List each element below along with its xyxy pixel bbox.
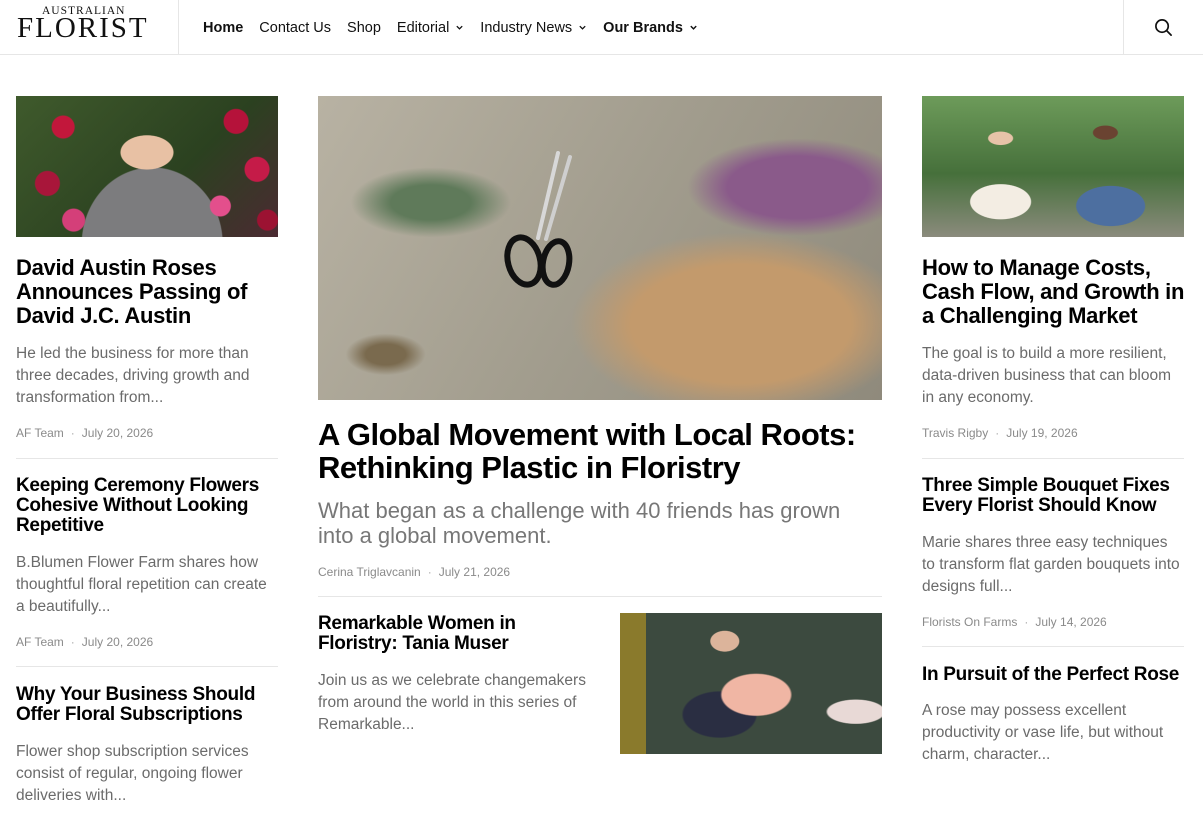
article-title[interactable]: Remarkable Women in Floristry: Tania Mus… <box>318 614 588 654</box>
article-title[interactable]: Keeping Ceremony Flowers Cohesive Withou… <box>16 476 278 536</box>
nav-home[interactable]: Home <box>203 20 243 36</box>
divider <box>922 458 1184 459</box>
divider <box>16 666 278 667</box>
article-meta: AF Team · July 20, 2026 <box>16 635 153 649</box>
article-image-david-austin[interactable] <box>16 96 278 237</box>
article-image-manage-costs[interactable] <box>922 96 1184 237</box>
hero-article-title[interactable]: A Global Movement with Local Roots: Reth… <box>318 418 882 484</box>
nav-editorial-label: Editorial <box>396 19 450 36</box>
article-title[interactable]: Three Simple Bouquet Fixes Every Florist… <box>922 476 1190 516</box>
article-excerpt: He led the business for more than three … <box>16 345 250 406</box>
nav-shop[interactable]: Shop <box>347 20 381 36</box>
nav-editorial[interactable]: Editorial <box>397 20 464 36</box>
article-date: July 19, 2026 <box>1006 426 1078 440</box>
article-author[interactable]: Florists On Farms <box>922 615 1017 629</box>
site-header: AUSTRALIAN FLORIST Home Contact Us Shop … <box>0 0 1203 55</box>
main-nav: Home Contact Us Shop Editorial Industry … <box>203 0 698 55</box>
nav-our-brands[interactable]: Our Brands <box>603 20 698 36</box>
article-excerpt: Flower shop subscription services consis… <box>16 743 249 804</box>
article-excerpt: B.Blumen Flower Farm shares how thoughtf… <box>16 554 267 615</box>
chevron-down-icon <box>579 25 586 30</box>
article-title[interactable]: How to Manage Costs, Cash Flow, and Grow… <box>922 256 1190 328</box>
chevron-down-icon <box>456 25 463 30</box>
divider <box>16 458 278 459</box>
article-title[interactable]: Why Your Business Should Offer Floral Su… <box>16 685 278 725</box>
article-meta: AF Team · July 20, 2026 <box>16 426 153 440</box>
logo-main-text: FLORIST <box>17 12 149 44</box>
article-title[interactable]: In Pursuit of the Perfect Rose <box>922 665 1190 685</box>
nav-contact-us[interactable]: Contact Us <box>259 20 331 36</box>
meta-separator: · <box>1024 615 1029 629</box>
search-button[interactable] <box>1123 0 1203 55</box>
article-excerpt: A rose may possess excellent productivit… <box>922 702 1164 763</box>
hero-article-meta: Cerina Triglavcanin · July 21, 2026 <box>318 565 510 579</box>
meta-separator: · <box>427 565 432 579</box>
article-excerpt: The goal is to build a more resilient, d… <box>922 345 1172 406</box>
meta-separator: · <box>70 426 75 440</box>
nav-industry-news-label: Industry News <box>480 19 573 36</box>
divider <box>922 646 1184 647</box>
article-date: July 20, 2026 <box>81 426 154 440</box>
chevron-down-icon <box>690 25 697 30</box>
article-date: July 21, 2026 <box>438 565 511 579</box>
search-icon <box>1155 19 1172 36</box>
scissors-illustration <box>504 151 573 288</box>
hero-article-image[interactable] <box>318 96 882 400</box>
hero-article-excerpt: What began as a challenge with 40 friend… <box>318 498 841 548</box>
article-image-tania-muser[interactable] <box>620 613 882 754</box>
nav-home-label: Home <box>203 19 244 36</box>
article-excerpt: Marie shares three easy techniques to tr… <box>922 534 1180 595</box>
article-date: July 20, 2026 <box>81 635 154 649</box>
divider <box>318 596 882 597</box>
article-excerpt: Join us as we celebrate changemakers fro… <box>318 672 586 733</box>
nav-contact-us-label: Contact Us <box>259 19 332 36</box>
nav-industry-news[interactable]: Industry News <box>480 20 587 36</box>
article-meta: Travis Rigby · July 19, 2026 <box>922 426 1078 440</box>
nav-shop-label: Shop <box>347 19 381 36</box>
article-author[interactable]: Travis Rigby <box>922 426 988 440</box>
article-author[interactable]: AF Team <box>16 635 64 649</box>
nav-our-brands-label: Our Brands <box>603 19 683 36</box>
article-author[interactable]: AF Team <box>16 426 64 440</box>
meta-separator: · <box>995 426 1000 440</box>
meta-separator: · <box>70 635 75 649</box>
article-meta: Florists On Farms · July 14, 2026 <box>922 615 1107 629</box>
article-date: July 14, 2026 <box>1035 615 1107 629</box>
article-title[interactable]: David Austin Roses Announces Passing of … <box>16 256 278 328</box>
article-author[interactable]: Cerina Triglavcanin <box>318 565 421 579</box>
site-logo[interactable]: AUSTRALIAN FLORIST <box>0 0 179 55</box>
